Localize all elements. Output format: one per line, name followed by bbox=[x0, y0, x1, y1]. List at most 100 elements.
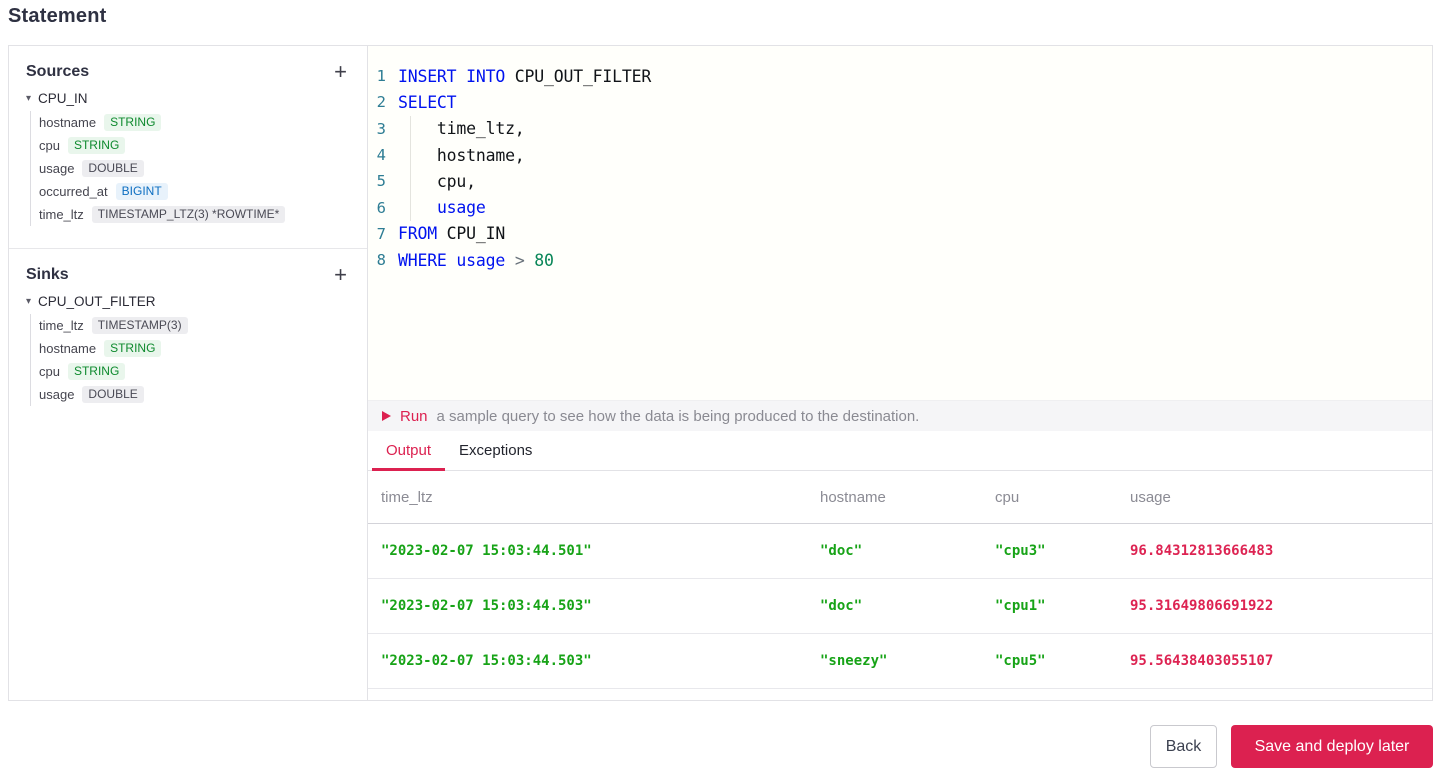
code-text: hostname, bbox=[398, 146, 525, 165]
column-header: hostname bbox=[820, 488, 886, 506]
sql-editor[interactable]: 1 INSERT INTO CPU_OUT_FILTER 2 SELECT 3 time… bbox=[368, 46, 1432, 400]
table-cell: "doc" bbox=[820, 598, 863, 614]
indent-guide bbox=[410, 115, 411, 221]
play-icon[interactable] bbox=[382, 411, 391, 421]
sources-title: Sources bbox=[26, 63, 90, 80]
line-number: 5 bbox=[376, 172, 386, 191]
sinks-panel: Sinks + ▾ CPU_OUT_FILTER time_ltz TIMESTA… bbox=[9, 249, 367, 428]
table-cell: "cpu1" bbox=[995, 598, 1046, 614]
line-number: 2 bbox=[376, 93, 386, 112]
source-table-cpu-in[interactable]: ▾ CPU_IN bbox=[26, 91, 347, 106]
back-button[interactable]: Back bbox=[1150, 725, 1217, 768]
table-cell: 96.84312813666483 bbox=[1130, 543, 1274, 559]
line-number: 3 bbox=[376, 119, 386, 138]
code-line: 2 SELECT bbox=[368, 89, 1432, 115]
table-cell: "doc" bbox=[820, 543, 863, 559]
code-line: 5 cpu, bbox=[368, 168, 1432, 194]
code-token: usage bbox=[456, 250, 506, 270]
caret-down-icon: ▾ bbox=[26, 296, 32, 307]
code-line: 3 time_ltz, bbox=[368, 116, 1432, 142]
field-row: hostname STRING bbox=[39, 337, 347, 360]
line-number: 4 bbox=[376, 146, 386, 165]
tabs: Output Exceptions bbox=[368, 431, 1432, 471]
code-text: SELECT bbox=[398, 93, 457, 112]
field-name: hostname bbox=[39, 341, 97, 356]
field-name: usage bbox=[39, 161, 75, 176]
field-name: cpu bbox=[39, 364, 60, 379]
sinks-panel-header: Sinks + bbox=[26, 264, 347, 286]
field-name: occurred_at bbox=[39, 184, 108, 199]
code-token: CPU_OUT_FILTER bbox=[505, 66, 652, 86]
sinks-field-list: time_ltz TIMESTAMP(3) hostname STRING cpu STR… bbox=[30, 314, 347, 406]
run-button[interactable]: Run bbox=[400, 408, 428, 425]
line-number: 6 bbox=[376, 198, 386, 217]
table-cell: "2023-02-07 15:03:44.501" bbox=[381, 543, 592, 559]
add-sink-button[interactable]: + bbox=[334, 264, 347, 286]
field-row: cpu STRING bbox=[39, 360, 347, 383]
sources-panel-header: Sources + bbox=[26, 61, 347, 83]
output-table: time_ltz hostname cpu usage "2023-02-07 15:… bbox=[368, 471, 1432, 700]
code-line: 1 INSERT INTO CPU_OUT_FILTER bbox=[368, 63, 1432, 89]
sinks-title: Sinks bbox=[26, 266, 69, 283]
page-title: Statement bbox=[8, 5, 107, 27]
line-number: 8 bbox=[376, 251, 386, 270]
code-token: INSERT INTO bbox=[398, 66, 506, 86]
line-number: 1 bbox=[376, 67, 386, 86]
code-line: 6 usage bbox=[368, 194, 1432, 220]
column-header: time_ltz bbox=[381, 488, 433, 506]
sources-panel: Sources + ▾ CPU_IN hostname STRING cpu STRI… bbox=[9, 46, 367, 248]
code-text: FROM CPU_IN bbox=[398, 224, 505, 243]
code-line: 8 WHERE usage > 80 bbox=[368, 247, 1432, 273]
main-pane: 1 INSERT INTO CPU_OUT_FILTER 2 SELECT 3 time… bbox=[368, 46, 1432, 700]
column-header: usage bbox=[1130, 488, 1171, 506]
table-row: "2023-02-07 15:03:44.501" "doc" "cpu3" 96.8… bbox=[368, 524, 1432, 579]
table-row: "2023-02-07 15:03:44.503" "doc" "cpu1" 95.3… bbox=[368, 579, 1432, 634]
field-row: time_ltz TIMESTAMP_LTZ(3) *ROWTIME* bbox=[39, 203, 347, 226]
field-name: usage bbox=[39, 387, 75, 402]
field-row: hostname STRING bbox=[39, 111, 347, 134]
table-cell: 95.31649806691922 bbox=[1130, 598, 1274, 614]
table-cell: "sneezy" bbox=[820, 653, 888, 669]
table-row: "2023-02-07 15:03:44.503" "sneezy" "cpu5" 9… bbox=[368, 634, 1432, 689]
code-line: 7 FROM CPU_IN bbox=[368, 221, 1432, 247]
field-type-badge: DOUBLE bbox=[82, 160, 144, 177]
source-table-name: CPU_IN bbox=[38, 91, 88, 106]
field-name: hostname bbox=[39, 115, 97, 130]
field-type-badge: STRING bbox=[67, 137, 126, 154]
code-token: CPU_IN bbox=[436, 224, 506, 244]
field-row: usage DOUBLE bbox=[39, 383, 347, 406]
caret-down-icon: ▾ bbox=[26, 93, 32, 104]
table-cell: "2023-02-07 15:03:44.503" bbox=[381, 598, 592, 614]
add-source-button[interactable]: + bbox=[334, 61, 347, 83]
code-token: WHERE bbox=[398, 250, 447, 270]
field-type-badge: TIMESTAMP_LTZ(3) *ROWTIME* bbox=[91, 206, 286, 223]
field-name: cpu bbox=[39, 138, 60, 153]
line-number: 7 bbox=[376, 224, 386, 243]
field-row: cpu STRING bbox=[39, 134, 347, 157]
code-line: 4 hostname, bbox=[368, 142, 1432, 168]
field-type-badge: TIMESTAMP(3) bbox=[91, 317, 188, 334]
tab-output[interactable]: Output bbox=[372, 431, 446, 471]
table-cell: 95.56438403055107 bbox=[1130, 653, 1274, 669]
code-token: 80 bbox=[534, 250, 554, 270]
code-text: time_ltz, bbox=[398, 119, 525, 138]
code-token: usage bbox=[436, 198, 486, 218]
field-name: time_ltz bbox=[39, 207, 84, 222]
field-row: usage DOUBLE bbox=[39, 157, 347, 180]
field-type-badge: STRING bbox=[104, 114, 162, 131]
statement-container: Sources + ▾ CPU_IN hostname STRING cpu STRI… bbox=[8, 45, 1433, 701]
run-message: a sample query to see how the data is be… bbox=[436, 407, 920, 425]
save-and-deploy-button[interactable]: Save and deploy later bbox=[1231, 725, 1433, 768]
code-text: INSERT INTO CPU_OUT_FILTER bbox=[398, 67, 651, 86]
code-token: time_ltz, bbox=[398, 119, 525, 139]
schema-sidebar: Sources + ▾ CPU_IN hostname STRING cpu STRI… bbox=[9, 46, 368, 700]
table-cell: "cpu3" bbox=[995, 543, 1046, 559]
tab-exceptions[interactable]: Exceptions bbox=[445, 431, 546, 470]
code-token: FROM bbox=[398, 224, 437, 244]
table-cell: "cpu5" bbox=[995, 653, 1046, 669]
sink-table-cpu-out-filter[interactable]: ▾ CPU_OUT_FILTER bbox=[26, 294, 347, 309]
